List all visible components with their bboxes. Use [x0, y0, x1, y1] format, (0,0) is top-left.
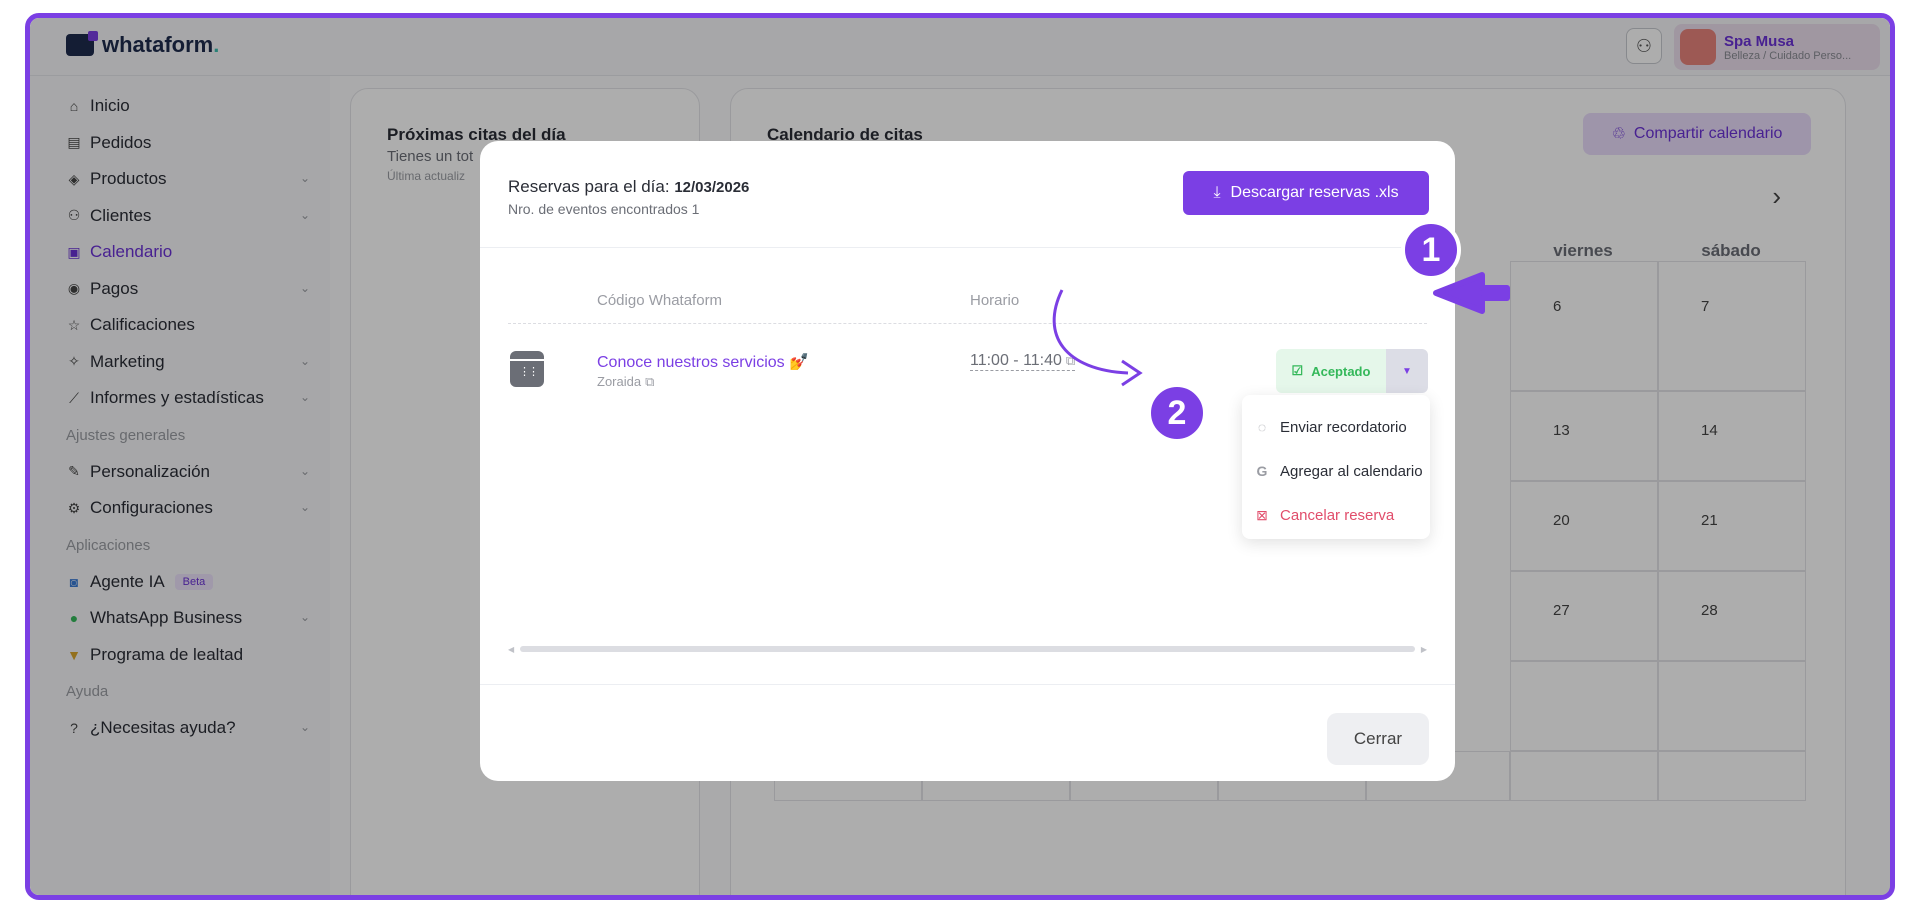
modal-divider	[480, 684, 1455, 685]
status-label: Aceptado	[1311, 363, 1371, 379]
modal-title-label: Reservas para el día:	[508, 177, 670, 196]
app: whataaform. ⚇ Spa Musa Belleza / Cuidado…	[30, 18, 1890, 895]
modal-subtitle: Nro. de eventos encontrados 1	[508, 201, 700, 217]
reservations-modal: Reservas para el día: 12/03/2026 Nro. de…	[480, 141, 1455, 781]
download-label: Descargar reservas .xls	[1230, 184, 1399, 201]
google-icon: G	[1256, 463, 1268, 479]
menu-item-label: Cancelar reserva	[1280, 506, 1395, 524]
scroll-left-icon[interactable]: ◀	[508, 645, 514, 654]
menu-item-send-reminder[interactable]: ◌ Enviar recordatorio	[1242, 405, 1430, 449]
menu-item-cancel-reservation[interactable]: ⊠ Cancelar reserva	[1242, 493, 1430, 537]
event-calendar-icon	[510, 351, 544, 387]
modal-divider	[480, 247, 1455, 248]
caret-down-icon: ▼	[1402, 365, 1412, 377]
modal-date: 12/03/2026	[674, 179, 750, 196]
modal-title: Reservas para el día: 12/03/2026	[508, 177, 749, 197]
horizontal-scrollbar[interactable]: ◀ ▶	[508, 645, 1427, 654]
menu-item-label: Agregar al calendario	[1280, 462, 1423, 480]
event-time-text: 11:00 - 11:40	[970, 352, 1062, 369]
app-frame: whataaform. ⚇ Spa Musa Belleza / Cuidado…	[25, 13, 1895, 900]
close-button[interactable]: Cerrar	[1327, 713, 1429, 765]
download-icon: ⤓	[1213, 184, 1221, 201]
external-link-icon: ⧉	[645, 374, 655, 389]
column-header-code: Código Whataform	[597, 292, 723, 309]
step-badge-1: 1	[1401, 220, 1461, 280]
column-header-time: Horario	[970, 292, 1020, 309]
scroll-right-icon[interactable]: ▶	[1421, 645, 1427, 654]
event-time-link[interactable]: 11:00 - 11:40 ⧉	[970, 352, 1076, 371]
status-dropdown-toggle[interactable]: ▼	[1386, 349, 1428, 393]
download-xls-button[interactable]: ⤓ Descargar reservas .xls	[1183, 171, 1429, 215]
status-accepted-button[interactable]: ☑ Aceptado	[1276, 349, 1386, 393]
event-name-link[interactable]: Conoce nuestros servicios 💅	[597, 352, 809, 372]
event-client[interactable]: Zoraida ⧉	[597, 374, 654, 390]
whatsapp-icon: ◌	[1257, 419, 1267, 435]
status-control: ☑ Aceptado ▼	[1276, 349, 1428, 393]
step-badge-2: 2	[1147, 383, 1207, 443]
event-client-name: Zoraida	[597, 374, 642, 389]
status-dropdown-menu: ◌ Enviar recordatorio G Agregar al calenda…	[1242, 395, 1430, 539]
external-link-icon: ⧉	[1065, 353, 1076, 368]
menu-item-label: Enviar recordatorio	[1280, 418, 1407, 436]
calendar-check-icon: ☑	[1291, 363, 1304, 378]
table-divider	[508, 323, 1427, 324]
cancel-calendar-icon: ⊠	[1256, 506, 1268, 523]
menu-item-add-to-calendar[interactable]: G Agregar al calendario	[1242, 449, 1430, 493]
scroll-thumb[interactable]	[520, 646, 1415, 652]
